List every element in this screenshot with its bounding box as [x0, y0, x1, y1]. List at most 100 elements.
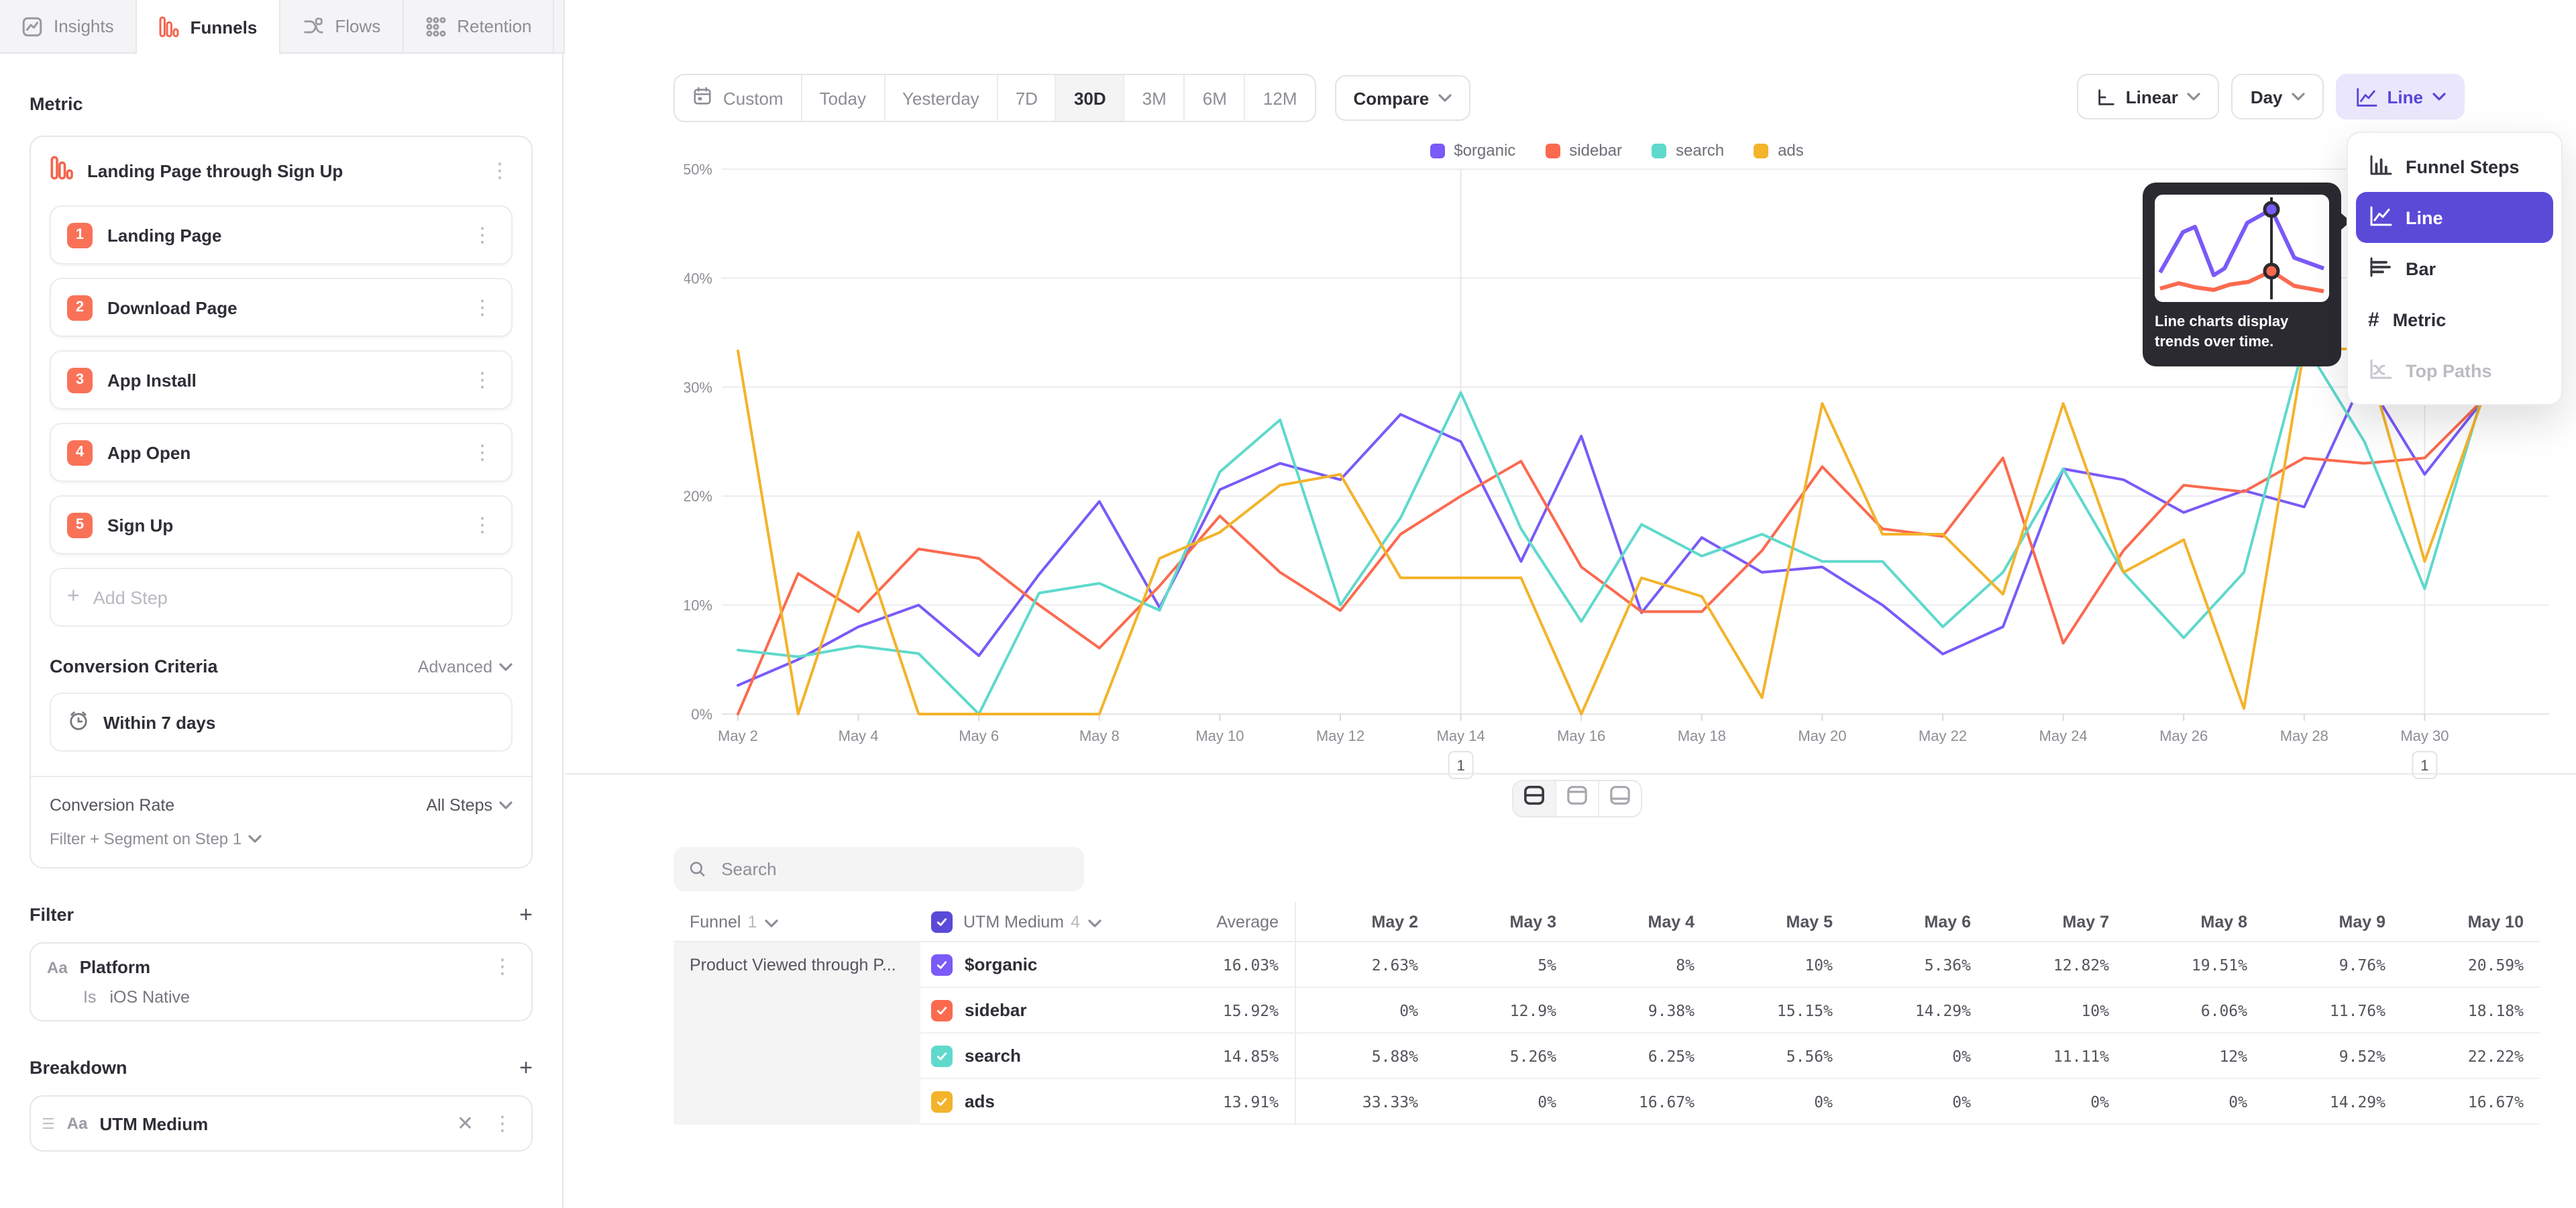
x-axis-tick-label: May 14	[1437, 727, 1485, 744]
funnel-metric-icon	[50, 156, 74, 187]
day-column-header[interactable]: May 7	[1987, 902, 2125, 942]
series-line-search[interactable]	[738, 344, 2485, 714]
funnel-step-download-page[interactable]: 2Download Page⋮	[50, 278, 513, 337]
checkbox-checked[interactable]	[931, 999, 953, 1021]
checkbox-checked[interactable]	[931, 1091, 953, 1112]
day-column-header[interactable]: May 6	[1849, 902, 1987, 942]
menu-item-metric[interactable]: #Metric	[2356, 294, 2553, 345]
day-column-header[interactable]: May 8	[2125, 902, 2263, 942]
series-line-sidebar[interactable]	[738, 398, 2485, 714]
menu-item-label: Line	[2406, 207, 2443, 228]
funnel-step-app-install[interactable]: 3App Install⋮	[50, 350, 513, 409]
day-value: 0%	[1711, 1079, 1849, 1125]
line-chart-icon	[2355, 85, 2378, 108]
filter-kebab-menu[interactable]: ⋮	[490, 957, 515, 977]
compare-button[interactable]: Compare	[1335, 75, 1471, 121]
day-column-header[interactable]: May 3	[1434, 902, 1572, 942]
day-column-header[interactable]: May 2	[1296, 902, 1434, 942]
funnel-step-landing-page[interactable]: 1Landing Page⋮	[50, 205, 513, 264]
date-range-3m[interactable]: 3M	[1125, 75, 1185, 121]
search-input[interactable]	[718, 858, 1069, 880]
date-range-custom[interactable]: Custom	[675, 75, 802, 121]
funnel-step-sign-up[interactable]: 5Sign Up⋮	[50, 495, 513, 554]
funnel-column-header[interactable]: Funnel1	[674, 902, 920, 942]
date-range-7d[interactable]: 7D	[998, 75, 1057, 121]
conversion-rate-dropdown[interactable]: All Steps	[426, 796, 513, 815]
tab-insights[interactable]: Insights	[0, 0, 137, 52]
date-range-6m[interactable]: 6M	[1185, 75, 1246, 121]
checkbox-checked[interactable]	[931, 1045, 953, 1066]
granularity-dropdown[interactable]: Day	[2232, 74, 2324, 119]
series-line-ads[interactable]	[738, 349, 2485, 714]
plus-icon: +	[67, 585, 80, 609]
day-header-label: May 9	[2339, 912, 2386, 931]
tab-funnels[interactable]: Funnels	[137, 0, 280, 55]
filter-section-title: Filter	[30, 905, 519, 925]
table-funnel-cell[interactable]: Product Viewed through P...	[674, 942, 920, 1125]
day-column-header[interactable]: May 5	[1711, 902, 1849, 942]
funnel-kebab-menu[interactable]: ⋮	[487, 161, 513, 181]
table-row-series-ads[interactable]: ads	[920, 1079, 1175, 1125]
day-column-header[interactable]: May 10	[2402, 902, 2540, 942]
y-axis-tick-label: 20%	[684, 488, 712, 505]
table-search[interactable]	[674, 847, 1084, 891]
legend-item-organic[interactable]: $organic	[1430, 141, 1515, 160]
menu-item-line[interactable]: Line	[2356, 192, 2553, 243]
breakdown-kebab-menu[interactable]: ⋮	[490, 1113, 515, 1134]
step-kebab-menu[interactable]: ⋮	[470, 442, 495, 462]
menu-item-funnel-steps[interactable]: Funnel Steps	[2356, 141, 2553, 192]
date-range-today[interactable]: Today	[802, 75, 885, 121]
tab-flows[interactable]: Flows	[280, 0, 403, 52]
step-kebab-menu[interactable]: ⋮	[470, 370, 495, 390]
menu-item-bar[interactable]: Bar	[2356, 243, 2553, 294]
checkbox-checked[interactable]	[931, 911, 953, 932]
day-column-header[interactable]: May 4	[1572, 902, 1711, 942]
view-toggle-chart-view[interactable]	[1556, 781, 1599, 816]
drag-handle-icon[interactable]: ☰	[42, 1115, 55, 1132]
legend-item-sidebar[interactable]: sidebar	[1545, 141, 1622, 160]
funnel-step-app-open[interactable]: 4App Open⋮	[50, 423, 513, 482]
average-value: 15.92%	[1175, 988, 1296, 1034]
table-row-series-organic[interactable]: $organic	[920, 942, 1175, 988]
tab-retention[interactable]: Retention	[403, 0, 554, 52]
step-label: Sign Up	[107, 515, 470, 535]
chevron-down-icon	[2188, 93, 2201, 101]
view-toggle-split-view[interactable]	[1513, 781, 1556, 816]
bar-chart-icon	[2368, 254, 2392, 283]
filter-segment-dropdown[interactable]: Filter + Segment on Step 1	[50, 829, 513, 848]
table-row-series-sidebar[interactable]: sidebar	[920, 988, 1175, 1034]
conversion-window-button[interactable]: Within 7 days	[50, 693, 513, 752]
breakdown-card[interactable]: ☰ Aa UTM Medium ✕ ⋮	[30, 1095, 533, 1152]
step-kebab-menu[interactable]: ⋮	[470, 225, 495, 245]
add-filter-button[interactable]: +	[519, 903, 533, 926]
compare-label: Compare	[1354, 88, 1430, 108]
flows-icon	[301, 15, 324, 37]
chart-type-dropdown[interactable]: Line	[2337, 74, 2465, 119]
breakdown-column-header[interactable]: UTM Medium4	[920, 902, 1175, 942]
day-value: 18.18%	[2402, 988, 2540, 1034]
date-range-12m[interactable]: 12M	[1246, 75, 1315, 121]
remove-breakdown-icon[interactable]: ✕	[453, 1111, 478, 1136]
scale-dropdown[interactable]: Linear	[2078, 74, 2220, 119]
day-value: 14.29%	[1849, 988, 1987, 1034]
series-line-organic[interactable]	[738, 376, 2485, 686]
date-range-30d[interactable]: 30D	[1057, 75, 1125, 121]
legend-item-search[interactable]: search	[1652, 141, 1724, 160]
filter-operator[interactable]: Is	[83, 988, 96, 1007]
string-property-icon: Aa	[47, 958, 68, 976]
date-range-yesterday[interactable]: Yesterday	[885, 75, 998, 121]
view-toggle-table-view[interactable]	[1599, 781, 1641, 816]
legend-item-ads[interactable]: ads	[1754, 141, 1804, 160]
checkbox-checked[interactable]	[931, 954, 953, 975]
add-breakdown-button[interactable]: +	[519, 1056, 533, 1079]
step-kebab-menu[interactable]: ⋮	[470, 297, 495, 317]
filter-card[interactable]: Aa Platform ⋮ Is iOS Native	[30, 942, 533, 1021]
average-column-header[interactable]: Average	[1175, 902, 1296, 942]
divider	[565, 773, 2576, 774]
day-column-header[interactable]: May 9	[2263, 902, 2402, 942]
step-kebab-menu[interactable]: ⋮	[470, 515, 495, 535]
table-row-series-search[interactable]: search	[920, 1034, 1175, 1079]
advanced-dropdown[interactable]: Advanced	[418, 657, 513, 676]
add-step-button[interactable]: + Add Step	[50, 568, 513, 627]
filter-value[interactable]: iOS Native	[109, 988, 190, 1007]
